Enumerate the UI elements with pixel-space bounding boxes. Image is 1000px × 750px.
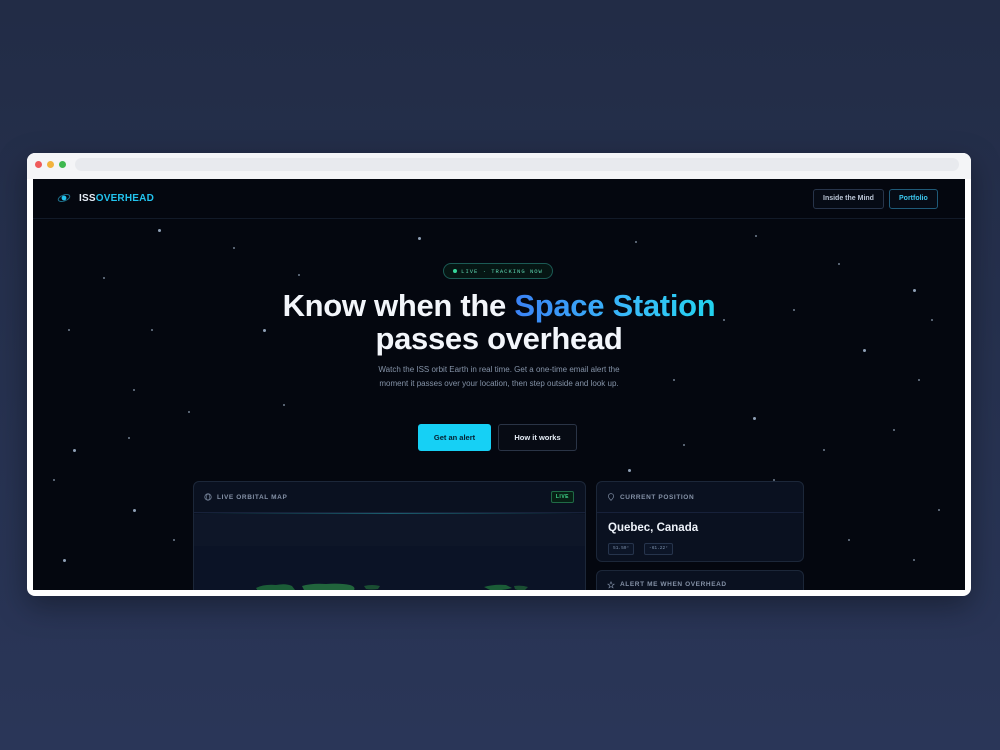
longitude-badge: -61.22° [644,543,673,555]
star-dot [128,437,130,439]
star-dot [635,241,637,243]
status-dot-icon [453,269,458,273]
maximize-window-dot[interactable] [59,161,66,168]
star-dot [938,509,940,511]
star-dot [673,379,675,381]
hero-title-line1: Know when the [282,288,515,323]
star-dot [233,247,235,249]
star-icon [607,580,615,588]
star-dot [838,263,840,265]
star-dot [298,274,300,276]
alert-panel-header: ALERT ME WHEN OVERHEAD [597,571,803,590]
status-text: LIVE · TRACKING NOW [461,267,543,275]
star-dot [188,411,190,413]
star-dot [628,469,631,472]
portfolio-button[interactable]: Portfolio [889,189,938,209]
minimize-window-dot[interactable] [47,161,54,168]
brand-suffix: OVERHEAD [95,192,154,204]
current-position-panel: CURRENT POSITION Quebec, Canada 51.59° -… [596,481,804,562]
star-dot [913,559,915,561]
landmass-west [256,584,295,590]
map-panel-header: LIVE ORBITAL MAP LIVE [194,482,585,513]
map-toolbar [194,514,585,546]
brand-prefix: ISS [79,192,96,204]
orbit-logo-icon [57,191,71,205]
address-bar[interactable] [75,158,959,171]
how-it-works-button[interactable]: How it works [498,424,577,451]
star-dot [173,539,175,541]
star-dot [893,429,895,431]
alert-panel-title: ALERT ME WHEN OVERHEAD [620,581,727,588]
browser-chrome [27,153,971,179]
star-dot [753,417,756,420]
brand-logo[interactable]: ISSOVERHEAD [57,191,154,205]
hero-title: Know when the Space Station passes overh… [33,289,965,355]
landmass-east [514,585,528,590]
current-place: Quebec, Canada [608,522,699,534]
brand-name: ISSOVERHEAD [79,193,154,204]
star-dot [683,444,685,446]
pin-icon [608,493,614,501]
globe-icon [204,493,212,501]
close-window-dot[interactable] [35,161,42,168]
top-nav: ISSOVERHEAD Inside the Mind Portfolio [33,179,965,219]
hero-subtitle: Watch the ISS orbit Earth in real time. … [378,365,620,388]
star-dot [755,235,757,237]
landmass-eurasia [484,584,512,590]
star-dot [158,229,161,232]
position-panel-header: CURRENT POSITION [597,482,803,513]
star-dot [103,277,105,279]
hero-title-accent: Space Station [514,288,716,323]
hero-title-line2: passes overhead [375,321,623,356]
live-status-pill: LIVE · TRACKING NOW [443,263,553,279]
landmass-greenland [364,585,380,590]
map-panel-title: LIVE ORBITAL MAP [217,493,288,501]
alert-me-panel: ALERT ME WHEN OVERHEAD [596,570,804,590]
star-dot [133,389,135,391]
live-badge: LIVE [550,491,574,503]
star-dot [283,404,285,406]
star-dot [418,237,421,240]
latitude-badge: 51.59° [608,543,635,555]
star-dot [918,379,920,381]
star-dot [53,479,55,481]
star-dot [63,559,66,562]
star-dot [823,449,825,451]
browser-window: ISSOVERHEAD Inside the Mind Portfolio LI… [27,153,971,596]
orbital-map-panel: LIVE ORBITAL MAP LIVE [193,481,586,590]
landmass-north-america [302,583,355,590]
inside-the-mind-button[interactable]: Inside the Mind [813,189,884,209]
get-alert-button[interactable]: Get an alert [418,424,491,451]
star-dot [73,449,76,452]
star-dot [133,509,136,512]
world-map[interactable] [194,546,585,590]
position-panel-title: CURRENT POSITION [620,493,695,501]
page-viewport: ISSOVERHEAD Inside the Mind Portfolio LI… [33,179,965,590]
star-dot [848,539,850,541]
